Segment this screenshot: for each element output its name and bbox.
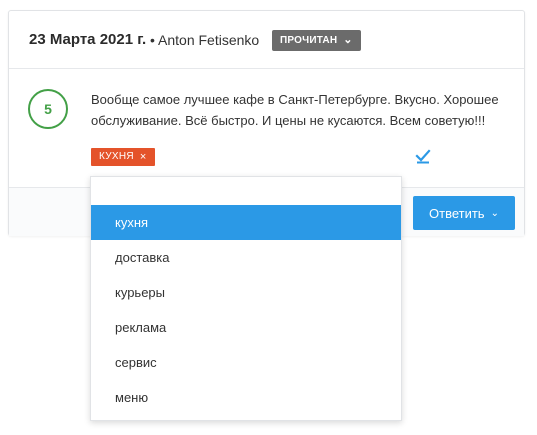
status-dropdown[interactable]: ПРОЧИТАН ⌄ bbox=[272, 30, 361, 51]
review-header: 23 Марта 2021 г. • Anton Fetisenko ПРОЧИ… bbox=[9, 11, 524, 69]
status-label: ПРОЧИТАН bbox=[280, 35, 338, 46]
reply-label: Ответить bbox=[429, 205, 485, 221]
dropdown-option[interactable]: курьеры bbox=[91, 275, 401, 310]
chevron-down-icon: ⌄ bbox=[343, 34, 353, 46]
dropdown-option[interactable]: сервис bbox=[91, 345, 401, 380]
tag-dropdown[interactable]: кухня доставка курьеры реклама сервис ме… bbox=[90, 176, 405, 421]
close-icon[interactable]: × bbox=[140, 148, 147, 166]
tag-label: КУХНЯ bbox=[99, 151, 134, 162]
review-text: Вообще самое лучшее кафе в Санкт-Петербу… bbox=[91, 92, 499, 128]
tag-search-input[interactable] bbox=[91, 177, 405, 207]
review-author: • Anton Fetisenko bbox=[150, 32, 260, 48]
reply-button[interactable]: Ответить ⌄ bbox=[413, 196, 515, 230]
chevron-down-icon: ⌄ bbox=[490, 207, 499, 219]
dropdown-option[interactable]: меню bbox=[91, 380, 401, 415]
dropdown-option[interactable]: реклама bbox=[91, 310, 401, 345]
dropdown-option[interactable]: кухня bbox=[91, 205, 401, 240]
review-date: 23 Марта 2021 г. bbox=[29, 31, 147, 48]
dropdown-option[interactable]: доставка bbox=[91, 240, 401, 275]
check-underline-icon[interactable] bbox=[415, 148, 431, 164]
rating-badge: 5 bbox=[28, 89, 68, 129]
tag-chip[interactable]: КУХНЯ × bbox=[91, 148, 155, 166]
